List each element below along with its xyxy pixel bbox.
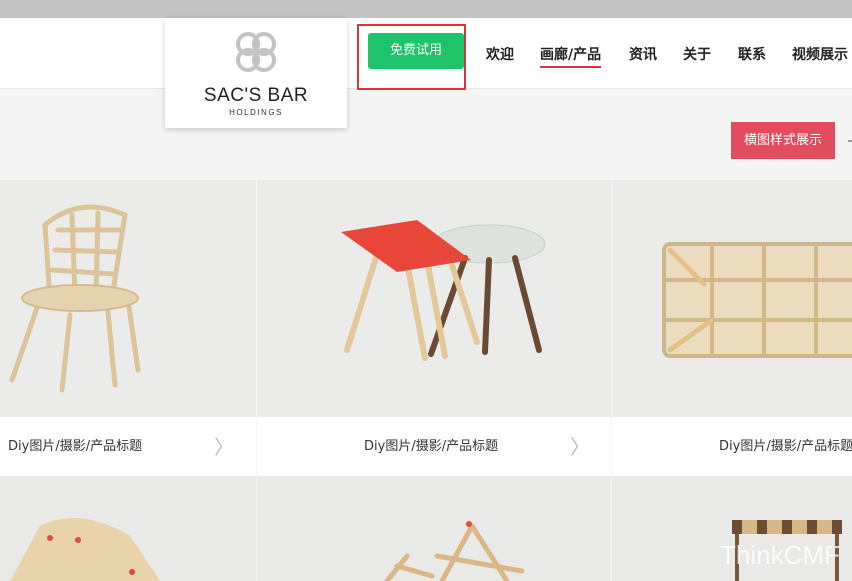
nav-item-about[interactable]: 关于 [683,44,711,64]
product-caption: Diy图片/摄影/产品标题 〉 [257,416,611,477]
product-caption: Diy图片/摄影/产品标题 [612,416,852,477]
nav-item-video[interactable]: 视频展示 [792,44,848,64]
nav-item-welcome[interactable]: 欢迎 [486,44,514,64]
product-image-chair[interactable] [0,180,256,416]
product-caption: Diy图片/摄影/产品标题 〉 [0,416,256,477]
chevron-right-icon[interactable]: 〉 [214,417,234,477]
toolbar-overflow-indicator [848,140,852,142]
product-title[interactable]: Diy图片/摄影/产品标题 [8,417,142,477]
product-image-tables[interactable] [257,180,611,416]
side-table-icon [341,220,546,361]
logo-name: SAC'S BAR [203,85,309,106]
plywood-seat-icon [10,518,160,581]
free-trial-button[interactable]: 免费试用 [368,33,464,69]
nav-item-contact[interactable]: 联系 [738,44,766,64]
product-card[interactable]: Diy图片/摄影/产品标题 [612,180,852,476]
chevron-right-icon[interactable]: 〉 [570,417,590,477]
shelf-table-icon [662,242,852,358]
nav-item-news[interactable]: 资讯 [629,44,657,64]
browser-top-strip [0,0,852,18]
product-image-shelf[interactable] [612,180,852,416]
nav-item-gallery[interactable]: 画廊/产品 [540,44,602,68]
product-card[interactable]: Diy图片/摄影/产品标题 〉 [0,180,256,476]
product-image-sticks[interactable] [257,476,611,581]
watermark: ThinkCMF [720,540,840,570]
chair-icon [9,204,141,393]
product-card[interactable]: Diy图片/摄影/产品标题 〉 [257,180,611,476]
site-logo[interactable]: SAC'S BAR HOLDINGS [165,18,347,128]
product-title[interactable]: Diy图片/摄影/产品标题 [364,417,498,477]
logo-subtitle: HOLDINGS [229,108,283,117]
stick-frame-icon [384,521,525,581]
logo-mark-icon [236,32,276,72]
product-title[interactable]: Diy图片/摄影/产品标题 [719,417,852,477]
product-image-plywood[interactable] [0,476,256,581]
landscape-view-button[interactable]: 横图样式展示 [731,122,835,159]
